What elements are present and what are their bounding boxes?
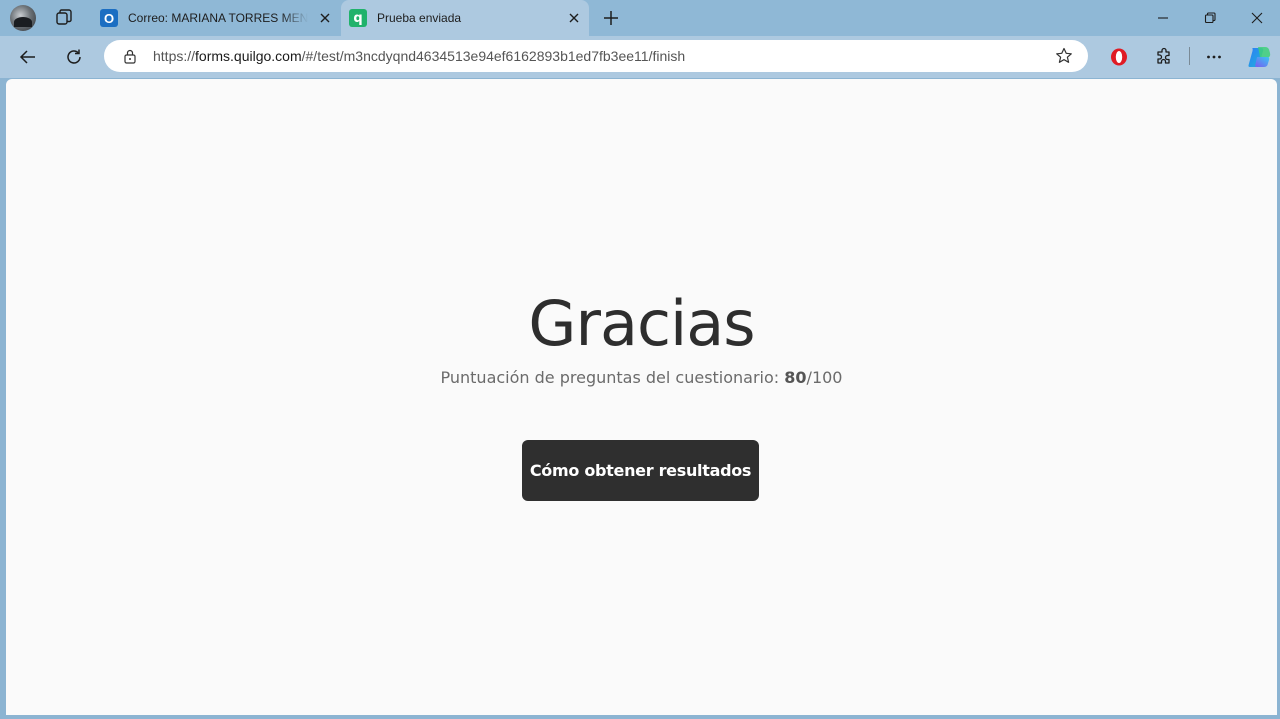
close-icon[interactable] — [318, 11, 332, 25]
close-icon[interactable] — [567, 11, 581, 25]
back-arrow-icon[interactable] — [16, 45, 40, 69]
score-total: /100 — [806, 368, 843, 387]
tab-outlook[interactable]: O Correo: MARIANA TORRES MENDOZA - Outlo… — [90, 0, 340, 36]
browser-toolbar: https://forms.quilgo.com/#/test/m3ncdyqn… — [0, 36, 1280, 78]
refresh-icon[interactable] — [62, 45, 86, 69]
more-options-icon[interactable] — [1202, 45, 1226, 69]
favorite-star-icon[interactable] — [1054, 46, 1074, 66]
restore-icon[interactable] — [1187, 0, 1233, 36]
outlook-icon: O — [100, 9, 122, 27]
url-path: /#/test/m3ncdyqnd4634513e94ef6162893b1ed… — [301, 48, 686, 64]
toolbar-divider — [1189, 47, 1190, 65]
page-title: Gracias — [528, 287, 755, 360]
quiz-score: Puntuación de preguntas del cuestionario… — [6, 368, 1277, 388]
address-bar[interactable]: https://forms.quilgo.com/#/test/m3ncdyqn… — [104, 40, 1088, 72]
url-prefix: https:// — [153, 48, 196, 64]
tab-title: Prueba enviada — [377, 11, 462, 25]
title-bar: O Correo: MARIANA TORRES MENDOZA - Outlo… — [0, 0, 1280, 36]
page-content: Gracias Puntuación de preguntas del cues… — [6, 79, 1277, 715]
minimize-icon[interactable] — [1140, 0, 1186, 36]
opera-extension-icon[interactable] — [1107, 45, 1131, 69]
tab-title: Correo: MARIANA TORRES MENDOZA - Outlook — [128, 11, 308, 25]
score-label: Puntuación de preguntas del cuestionario… — [440, 368, 780, 387]
score-value: 80 — [784, 368, 807, 387]
quilgo-q-icon: q — [349, 9, 367, 27]
workspaces-icon[interactable] — [54, 8, 74, 28]
extensions-puzzle-icon[interactable] — [1152, 45, 1176, 69]
url-domain: forms.quilgo.com — [195, 48, 302, 64]
window-close-icon[interactable] — [1234, 0, 1280, 36]
get-results-button[interactable]: Cómo obtener resultados — [522, 440, 759, 501]
new-tab-icon[interactable] — [601, 8, 621, 28]
url-text[interactable]: https://forms.quilgo.com/#/test/m3ncdyqn… — [153, 48, 685, 64]
copilot-icon[interactable] — [1245, 43, 1273, 71]
tab-prueba-enviada[interactable]: q Prueba enviada — [341, 0, 589, 36]
profile-avatar[interactable] — [10, 5, 36, 31]
lock-icon[interactable] — [122, 48, 138, 64]
